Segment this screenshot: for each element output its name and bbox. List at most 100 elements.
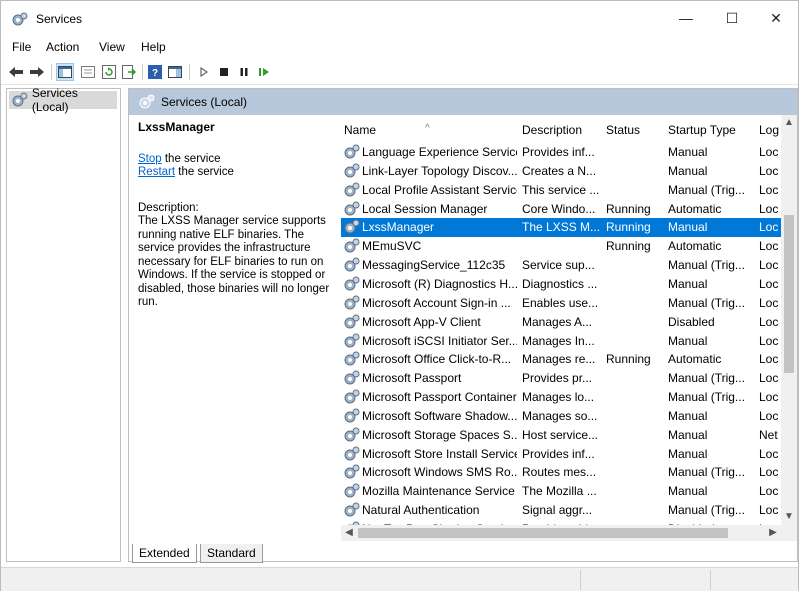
service-description-cell: Provides pr... (522, 371, 593, 386)
service-startup-type-cell: Manual (Trig... (668, 503, 745, 518)
tree-item-services-local[interactable]: Services (Local) (9, 86, 117, 114)
gear-service-icon (344, 276, 360, 291)
gear-service-icon (344, 219, 360, 234)
tab-standard[interactable]: Standard (200, 544, 263, 563)
table-row[interactable]: Microsoft Store Install Service Provides … (341, 445, 781, 464)
gear-service-icon (344, 333, 360, 347)
services-pane: Services (Local) LxssManager Stop the se… (128, 88, 798, 562)
toolbar-separator (189, 64, 190, 80)
service-name-cell: Language Experience Service (362, 145, 517, 159)
table-row[interactable]: MessagingService_112c35 Service sup... Man… (341, 256, 781, 275)
table-row[interactable]: LxssManager The LXSS M... Running Manual Loc (341, 218, 781, 238)
horizontal-scrollbar[interactable]: ◀ ▶ (341, 525, 781, 541)
scroll-left-icon[interactable]: ◀ (341, 525, 357, 541)
service-log-on-cell: Loc (759, 145, 779, 159)
menu-help[interactable]: Help (141, 40, 166, 54)
gear-service-icon (344, 314, 360, 329)
export-list-icon[interactable] (120, 63, 138, 81)
column-header-startup-type[interactable]: Startup Type (665, 115, 757, 141)
service-name-cell: Microsoft Account Sign-in ... (362, 295, 511, 310)
service-startup-type-cell: Manual (668, 408, 708, 423)
table-row[interactable]: Microsoft Account Sign-in ... Enables use… (341, 294, 781, 313)
forward-arrow-icon[interactable] (28, 63, 46, 81)
services-app-icon (12, 12, 28, 26)
start-service-icon[interactable] (195, 63, 213, 81)
column-header-log-on-as[interactable]: Log (756, 115, 782, 141)
service-description-cell: The LXSS M... (522, 220, 601, 235)
gear-service-icon (344, 351, 360, 366)
horizontal-scroll-thumb[interactable] (358, 528, 728, 538)
show-hide-icon[interactable] (166, 63, 184, 81)
table-row[interactable]: Mozilla Maintenance Service The Mozilla .… (341, 482, 781, 501)
services-gear-icon (12, 92, 28, 107)
service-status-cell: Running (606, 220, 651, 235)
pause-service-icon[interactable] (235, 63, 253, 81)
service-description-cell: Manages A... (522, 314, 593, 329)
gear-service-icon (344, 163, 360, 178)
menu-view[interactable]: View (99, 40, 125, 54)
vertical-scrollbar[interactable]: ▲ ▼ (781, 115, 797, 525)
stop-service-link[interactable]: Stop (138, 153, 162, 165)
scroll-down-icon[interactable]: ▼ (781, 509, 797, 525)
minimize-button[interactable]: — (663, 1, 709, 35)
stop-link-suffix: the service (161, 152, 221, 165)
help-icon[interactable]: ? (146, 63, 164, 81)
stop-service-icon[interactable] (215, 63, 233, 81)
service-status-cell: Running (606, 239, 651, 254)
column-header-description[interactable]: Description (519, 115, 603, 141)
table-row[interactable]: Local Profile Assistant Service This serv… (341, 181, 781, 200)
table-row[interactable]: Language Experience Service Provides inf.… (341, 143, 781, 162)
service-log-on-cell: Loc (759, 239, 779, 254)
tab-extended[interactable]: Extended (132, 544, 197, 563)
service-log-on-cell: Loc (759, 295, 779, 310)
back-arrow-icon[interactable] (7, 63, 25, 81)
table-row[interactable]: Microsoft (R) Diagnostics H... Diagnostic… (341, 275, 781, 294)
column-header-name[interactable]: Name ^ (341, 115, 522, 141)
gear-service-icon (344, 144, 360, 159)
service-log-on-cell: Loc (759, 276, 779, 291)
table-row[interactable]: Microsoft Windows SMS Ro... Routes mes...… (341, 463, 781, 482)
service-startup-type-cell: Manual (668, 333, 708, 348)
console-tree-icon[interactable] (56, 63, 74, 81)
table-row[interactable]: Microsoft iSCSI Initiator Ser... Manages … (341, 332, 781, 351)
table-row[interactable]: Microsoft Passport Provides pr... Manual (… (341, 369, 781, 388)
properties-icon[interactable] (79, 63, 97, 81)
service-log-on-cell: Loc (759, 163, 779, 178)
vertical-scroll-thumb[interactable] (784, 215, 794, 373)
svg-text:?: ? (152, 68, 158, 79)
table-row[interactable]: MEmuSVC Running Automatic Loc (341, 237, 781, 256)
scroll-right-icon[interactable]: ▶ (765, 525, 781, 541)
maximize-button[interactable]: ☐ (709, 1, 755, 35)
service-name-cell: Mozilla Maintenance Service (362, 484, 515, 499)
table-row[interactable]: Microsoft Software Shadow... Manages so..… (341, 407, 781, 426)
service-startup-type-cell: Manual (668, 446, 708, 461)
column-name-label: Name (344, 123, 377, 137)
table-row[interactable]: Microsoft Storage Spaces S... Host servic… (341, 426, 781, 445)
service-log-on-cell: Loc (759, 201, 779, 216)
service-name-cell: Microsoft Software Shadow... (362, 408, 517, 423)
gear-service-icon (344, 389, 360, 404)
scroll-up-icon[interactable]: ▲ (781, 115, 797, 131)
table-row[interactable]: Natural Authentication Signal aggr... Manu… (341, 501, 781, 520)
pane-header-title: Services (Local) (161, 95, 248, 109)
column-header-status[interactable]: Status (603, 115, 665, 141)
table-row[interactable]: Local Session Manager Core Windo... Runnin… (341, 200, 781, 219)
resume-service-icon[interactable] (255, 63, 273, 81)
service-name-cell: Microsoft iSCSI Initiator Ser... (362, 333, 517, 348)
status-bar (1, 567, 798, 591)
service-name-cell: LxssManager (362, 220, 435, 235)
service-startup-type-cell: Manual (668, 145, 708, 159)
table-row[interactable]: Microsoft Passport Container Manages lo..… (341, 388, 781, 407)
close-button[interactable]: ✕ (753, 1, 799, 35)
restart-service-link[interactable]: Restart (138, 166, 175, 178)
table-row[interactable]: Microsoft Office Click-to-R... Manages re… (341, 350, 781, 369)
table-row[interactable]: Microsoft App-V Client Manages A... Disabl… (341, 313, 781, 332)
service-name-cell: Natural Authentication (362, 503, 480, 518)
menu-action[interactable]: Action (46, 40, 79, 54)
service-description-cell: Manages In... (522, 333, 595, 348)
refresh-icon[interactable] (100, 63, 118, 81)
console-tree: Services (Local) (6, 86, 121, 562)
menu-file[interactable]: File (12, 40, 31, 54)
table-row[interactable]: Link-Layer Topology Discov... Creates a N… (341, 162, 781, 181)
service-name-cell: MessagingService_112c35 (362, 258, 506, 273)
